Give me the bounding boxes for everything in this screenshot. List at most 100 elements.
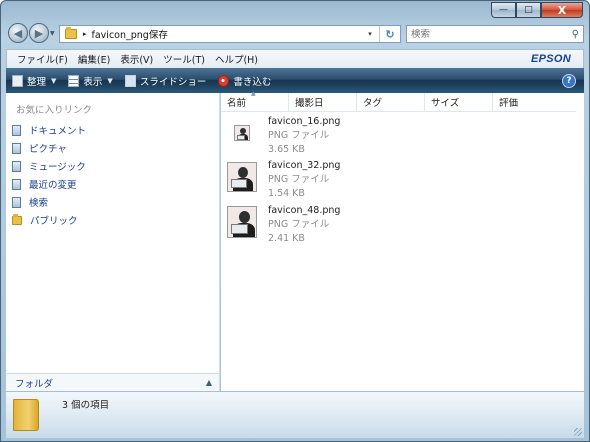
chevron-down-icon: ▼ [51, 76, 57, 85]
folder-icon [65, 27, 77, 39]
search-box[interactable]: ⚲ [406, 25, 584, 43]
caption-buttons: — □ X [491, 2, 583, 18]
favorite-links-heading: お気に入りリンク [16, 105, 93, 116]
column-header-label: タグ [363, 98, 383, 109]
favorite-link-documents[interactable]: ドキュメント [12, 121, 86, 139]
favorite-link-recent[interactable]: 最近の変更 [12, 175, 86, 193]
column-header-label: 評価 [499, 98, 519, 109]
column-header-rating[interactable]: 評価 [493, 93, 576, 111]
pictures-icon [12, 142, 21, 154]
file-thumbnail [234, 125, 250, 141]
sort-ascending-icon: ▲ [251, 90, 256, 97]
close-button[interactable]: X [541, 2, 583, 18]
menu-file[interactable]: ファイル(F) [17, 52, 68, 66]
column-header-date-taken[interactable]: 撮影日 [289, 93, 357, 111]
menu-help[interactable]: ヘルプ(H) [215, 52, 258, 66]
minimize-button[interactable]: — [491, 2, 516, 18]
folder-icon [12, 213, 22, 225]
views-label: 表示 [83, 76, 103, 88]
file-thumbnail [227, 206, 257, 238]
menu-view[interactable]: 表示(V) [120, 52, 153, 66]
breadcrumb-arrow-icon[interactable]: ▸ [83, 30, 87, 38]
column-header-label: サイズ [431, 98, 460, 109]
maximize-button[interactable]: □ [516, 2, 541, 18]
favorite-link-label: パブリック [30, 216, 78, 227]
column-header-label: 名前 [227, 98, 247, 109]
command-bar: 整理 ▼ 表示 ▼ スライドショー 書き込む ? [6, 68, 584, 93]
column-header-size[interactable]: サイズ [425, 93, 493, 111]
back-arrow-icon: ◀ [13, 26, 23, 40]
documents-icon [12, 124, 21, 136]
organize-icon [12, 74, 23, 87]
vertical-scrollbar[interactable] [576, 93, 584, 391]
file-type: PNG ファイル [268, 174, 330, 185]
file-name: favicon_32.png [268, 160, 341, 171]
folders-label: フォルダ [15, 378, 54, 390]
file-type: PNG ファイル [268, 130, 330, 141]
favorite-link-label: 最近の変更 [29, 180, 77, 191]
favorite-link-label: ピクチャ [29, 144, 67, 155]
help-button[interactable]: ? [562, 73, 576, 88]
menu-tools[interactable]: ツール(T) [163, 52, 205, 66]
file-list-pane: ▲ 名前 撮影日 タグ サイズ 評価 favicon_16.png PNG ファ… [221, 90, 584, 391]
file-meta: favicon_48.png PNG ファイル 2.41 KB [268, 204, 340, 246]
search-input[interactable] [411, 28, 561, 40]
file-meta: favicon_32.png PNG ファイル 1.54 KB [268, 159, 340, 201]
navigation-pane: お気に入りリンク ドキュメント ピクチャ ミュージック 最近の変更 検索 パブリ… [6, 93, 220, 391]
views-button[interactable]: 表示 ▼ [68, 74, 113, 88]
favorite-link-searches[interactable]: 検索 [12, 193, 86, 211]
favorite-link-music[interactable]: ミュージック [12, 157, 86, 175]
search-icon[interactable]: ⚲ [572, 29, 579, 40]
slideshow-icon [124, 74, 136, 87]
thumbnail-wrapper [227, 204, 257, 246]
favorite-link-label: ドキュメント [29, 126, 87, 137]
burn-button[interactable]: 書き込む [218, 74, 271, 88]
slideshow-label: スライドショー [139, 76, 207, 88]
searches-icon [12, 196, 21, 208]
favorite-link-public[interactable]: パブリック [12, 211, 86, 229]
breadcrumb-current-folder[interactable]: favicon_png保存 [92, 27, 168, 41]
folders-toggle[interactable]: フォルダ ▲ [6, 373, 219, 391]
burn-label: 書き込む [233, 76, 272, 88]
refresh-button[interactable]: ↻ [379, 26, 400, 42]
file-meta: favicon_16.png PNG ファイル 3.65 KB [268, 115, 340, 157]
file-type: PNG ファイル [268, 219, 330, 230]
thumbnail-wrapper [227, 115, 257, 157]
folder-icon [13, 399, 39, 431]
address-bar[interactable]: ▸ favicon_png保存 ▾ ↻ [59, 25, 401, 43]
file-item[interactable]: favicon_48.png PNG ファイル 2.41 KB [227, 204, 340, 246]
organize-button[interactable]: 整理 ▼ [12, 74, 56, 88]
address-dropdown-icon[interactable]: ▾ [361, 30, 379, 38]
menu-edit[interactable]: 編集(E) [78, 52, 110, 66]
file-name: favicon_16.png [268, 116, 341, 127]
file-size: 1.54 KB [268, 188, 305, 199]
resize-grip-icon[interactable] [574, 428, 582, 436]
slideshow-button[interactable]: スライドショー [124, 74, 207, 88]
forward-arrow-icon: ▶ [34, 26, 44, 40]
forward-button[interactable]: ▶ [29, 23, 49, 43]
column-header-label: 撮影日 [295, 98, 324, 109]
favorite-link-pictures[interactable]: ピクチャ [12, 139, 86, 157]
favorite-link-label: ミュージック [29, 162, 86, 173]
back-button[interactable]: ◀ [8, 23, 28, 43]
favorite-link-label: 検索 [29, 198, 49, 209]
thumbnail-wrapper [227, 159, 257, 201]
column-header-tags[interactable]: タグ [357, 93, 425, 111]
favorite-links-list: ドキュメント ピクチャ ミュージック 最近の変更 検索 パブリック [12, 121, 86, 229]
views-icon [68, 74, 80, 87]
file-size: 3.65 KB [268, 144, 305, 155]
music-icon [12, 160, 21, 172]
chevron-down-icon: ▼ [107, 76, 113, 85]
details-pane: 3 個の項目 [6, 391, 584, 438]
explorer-window: — □ X ◀ ▶ ▼ ▸ favicon_png保存 ▾ ↻ ⚲ ファイル(F… [0, 0, 590, 442]
recent-pages-dropdown[interactable]: ▼ [50, 30, 55, 37]
file-thumbnail [227, 162, 257, 192]
item-count: 3 個の項目 [62, 400, 110, 411]
column-header-name[interactable]: ▲ 名前 [221, 90, 289, 111]
file-item[interactable]: favicon_32.png PNG ファイル 1.54 KB [227, 159, 340, 201]
file-name: favicon_48.png [268, 205, 341, 216]
file-size: 2.41 KB [268, 233, 305, 244]
chevron-up-icon: ▲ [205, 378, 212, 387]
file-item[interactable]: favicon_16.png PNG ファイル 3.65 KB [227, 115, 340, 157]
organize-label: 整理 [27, 76, 47, 88]
